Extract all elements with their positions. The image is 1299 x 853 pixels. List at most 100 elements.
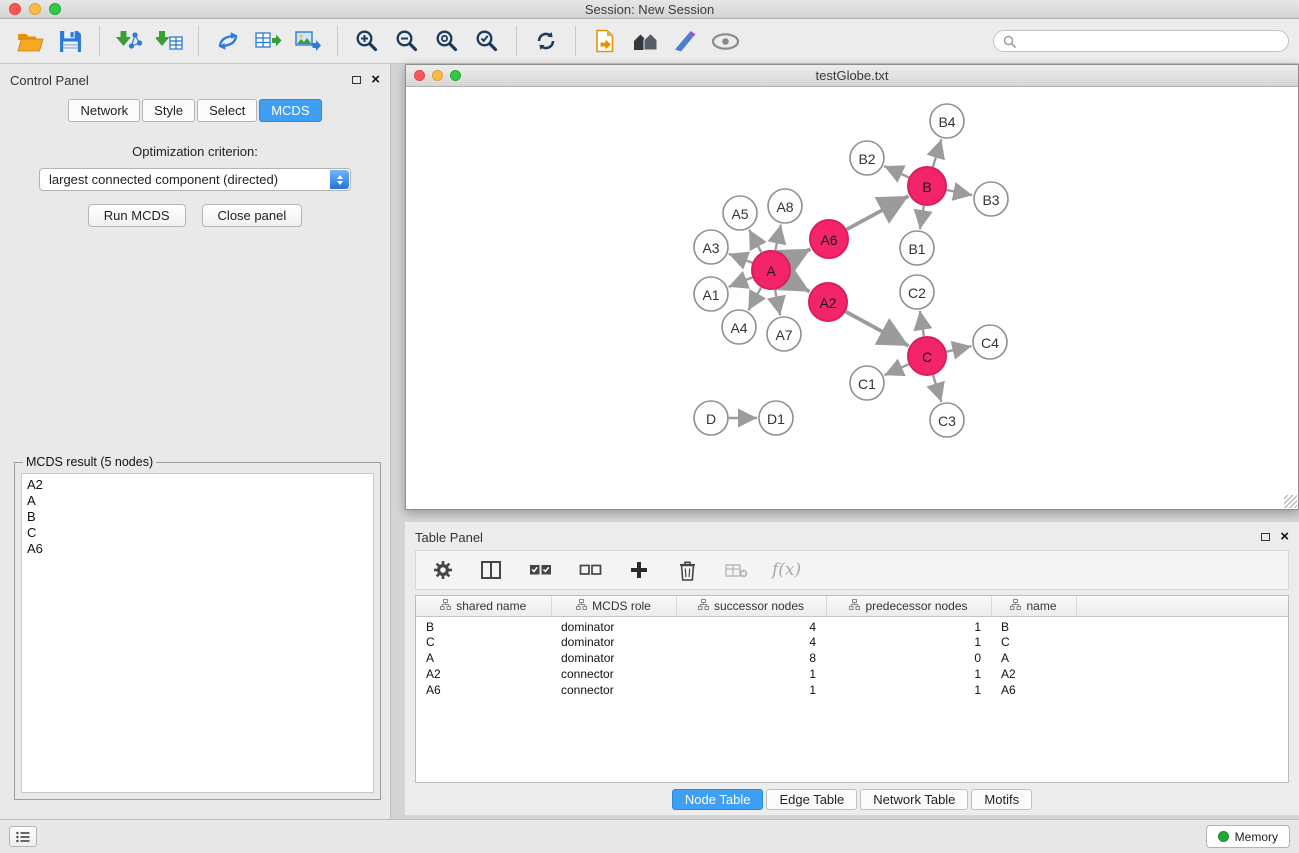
clone-network-button[interactable] xyxy=(211,24,245,58)
network-node-B1[interactable]: B1 xyxy=(900,231,934,265)
column-header-MCDS-role[interactable]: MCDS role xyxy=(551,596,676,616)
table-cell[interactable]: 8 xyxy=(676,650,826,666)
export-image-button[interactable] xyxy=(291,24,325,58)
network-zoom-button[interactable] xyxy=(450,70,461,81)
mcds-result-item[interactable]: C xyxy=(27,525,368,541)
table-cell[interactable]: dominator xyxy=(551,616,676,634)
table-cell[interactable]: A6 xyxy=(991,682,1076,698)
table-cell[interactable]: 4 xyxy=(676,616,826,634)
table-cell[interactable]: connector xyxy=(551,666,676,682)
network-graph[interactable]: AA1A2A3A4A5A6A7A8BB1B2B3B4CC1C2C3C4DD1 xyxy=(406,87,1298,509)
network-node-B2[interactable]: B2 xyxy=(850,141,884,175)
table-cell[interactable]: 0 xyxy=(826,650,991,666)
network-node-C3[interactable]: C3 xyxy=(930,403,964,437)
network-node-A1[interactable]: A1 xyxy=(694,277,728,311)
table-cell[interactable]: A2 xyxy=(991,666,1076,682)
network-node-A2[interactable]: A2 xyxy=(809,283,847,321)
table-cell[interactable]: connector xyxy=(551,682,676,698)
import-table-button[interactable] xyxy=(152,24,186,58)
mcds-result-list[interactable]: A2ABCA6 xyxy=(21,473,374,793)
mcds-result-item[interactable]: A xyxy=(27,493,368,509)
network-edge-A-A4[interactable] xyxy=(748,287,761,310)
table-cell[interactable]: A xyxy=(416,650,551,666)
control-tab-style[interactable]: Style xyxy=(142,99,195,122)
table-row[interactable]: A2connector11A2 xyxy=(416,666,1288,682)
search-box[interactable] xyxy=(993,30,1289,52)
table-cell[interactable]: C xyxy=(416,634,551,650)
control-tab-network[interactable]: Network xyxy=(68,99,140,122)
network-node-C1[interactable]: C1 xyxy=(850,366,884,400)
network-edge-A-A5[interactable] xyxy=(749,230,761,253)
network-node-D1[interactable]: D1 xyxy=(759,401,793,435)
network-node-B4[interactable]: B4 xyxy=(930,104,964,138)
table-cell[interactable]: dominator xyxy=(551,634,676,650)
network-node-A7[interactable]: A7 xyxy=(767,317,801,351)
network-edge-C-C4[interactable] xyxy=(947,346,972,352)
network-edge-A-A6[interactable] xyxy=(789,249,811,261)
table-cell[interactable]: A xyxy=(991,650,1076,666)
save-session-button[interactable] xyxy=(53,24,87,58)
zoom-selected-button[interactable] xyxy=(470,24,504,58)
network-minimize-button[interactable] xyxy=(432,70,443,81)
zoom-out-button[interactable] xyxy=(390,24,424,58)
table-tab-node-table[interactable]: Node Table xyxy=(672,789,764,810)
mcds-result-item[interactable]: A2 xyxy=(27,477,368,493)
network-node-C[interactable]: C xyxy=(908,337,946,375)
control-tab-mcds[interactable]: MCDS xyxy=(259,99,321,122)
apply-style-button[interactable] xyxy=(668,24,702,58)
table-settings-button[interactable] xyxy=(430,557,456,583)
column-header-name[interactable]: name xyxy=(991,596,1076,616)
network-node-A4[interactable]: A4 xyxy=(722,310,756,344)
deselect-all-button[interactable] xyxy=(576,557,604,583)
network-edge-B-B3[interactable] xyxy=(947,190,973,195)
network-node-A[interactable]: A xyxy=(752,251,790,289)
network-node-A6[interactable]: A6 xyxy=(810,220,848,258)
add-column-button[interactable] xyxy=(626,557,652,583)
mcds-result-item[interactable]: A6 xyxy=(27,541,368,557)
table-tab-edge-table[interactable]: Edge Table xyxy=(766,789,857,810)
table-cell[interactable]: 1 xyxy=(826,666,991,682)
table-row[interactable]: Bdominator41B xyxy=(416,616,1288,634)
table-cell[interactable]: A6 xyxy=(416,682,551,698)
close-panel-button[interactable]: Close panel xyxy=(202,204,303,227)
network-edge-B-B1[interactable] xyxy=(920,206,924,230)
table-cell[interactable]: C xyxy=(991,634,1076,650)
open-session-file-button[interactable] xyxy=(588,24,622,58)
table-cell[interactable]: 4 xyxy=(676,634,826,650)
network-edge-A-A8[interactable] xyxy=(775,225,781,251)
table-cell[interactable]: 1 xyxy=(826,616,991,634)
network-edge-B-B2[interactable] xyxy=(884,166,909,178)
network-window-titlebar[interactable]: testGlobe.txt xyxy=(406,65,1298,87)
close-panel-icon[interactable]: × xyxy=(1280,531,1289,543)
float-panel-icon[interactable] xyxy=(352,76,361,84)
network-home-button[interactable] xyxy=(628,24,662,58)
optimization-dropdown[interactable]: largest connected component (directed) xyxy=(39,168,351,191)
table-cell[interactable]: 1 xyxy=(676,682,826,698)
zoom-fit-button[interactable] xyxy=(430,24,464,58)
column-header-shared-name[interactable]: shared name xyxy=(416,596,551,616)
table-cell[interactable]: 1 xyxy=(676,666,826,682)
resize-handle[interactable] xyxy=(1284,495,1297,508)
table-cell[interactable]: dominator xyxy=(551,650,676,666)
table-cell[interactable]: 1 xyxy=(826,682,991,698)
network-node-A8[interactable]: A8 xyxy=(768,189,802,223)
table-row[interactable]: A6connector11A6 xyxy=(416,682,1288,698)
table-cell[interactable]: 1 xyxy=(826,634,991,650)
delete-table-button[interactable] xyxy=(722,557,750,583)
table-row[interactable]: Adominator80A xyxy=(416,650,1288,666)
network-edge-C-C3[interactable] xyxy=(933,375,941,402)
show-columns-button[interactable] xyxy=(478,557,504,583)
network-edge-A-A3[interactable] xyxy=(729,254,753,263)
network-node-A3[interactable]: A3 xyxy=(694,230,728,264)
network-node-D[interactable]: D xyxy=(694,401,728,435)
network-edge-A-A1[interactable] xyxy=(729,277,753,287)
network-edge-A6-B[interactable] xyxy=(847,196,909,230)
table-row[interactable]: Cdominator41C xyxy=(416,634,1288,650)
search-input[interactable] xyxy=(1022,34,1279,48)
network-node-A5[interactable]: A5 xyxy=(723,196,757,230)
float-panel-icon[interactable] xyxy=(1261,533,1270,541)
select-all-button[interactable] xyxy=(526,557,554,583)
network-node-C2[interactable]: C2 xyxy=(900,275,934,309)
network-edge-A-A2[interactable] xyxy=(788,280,809,292)
zoom-window-button[interactable] xyxy=(49,3,61,15)
